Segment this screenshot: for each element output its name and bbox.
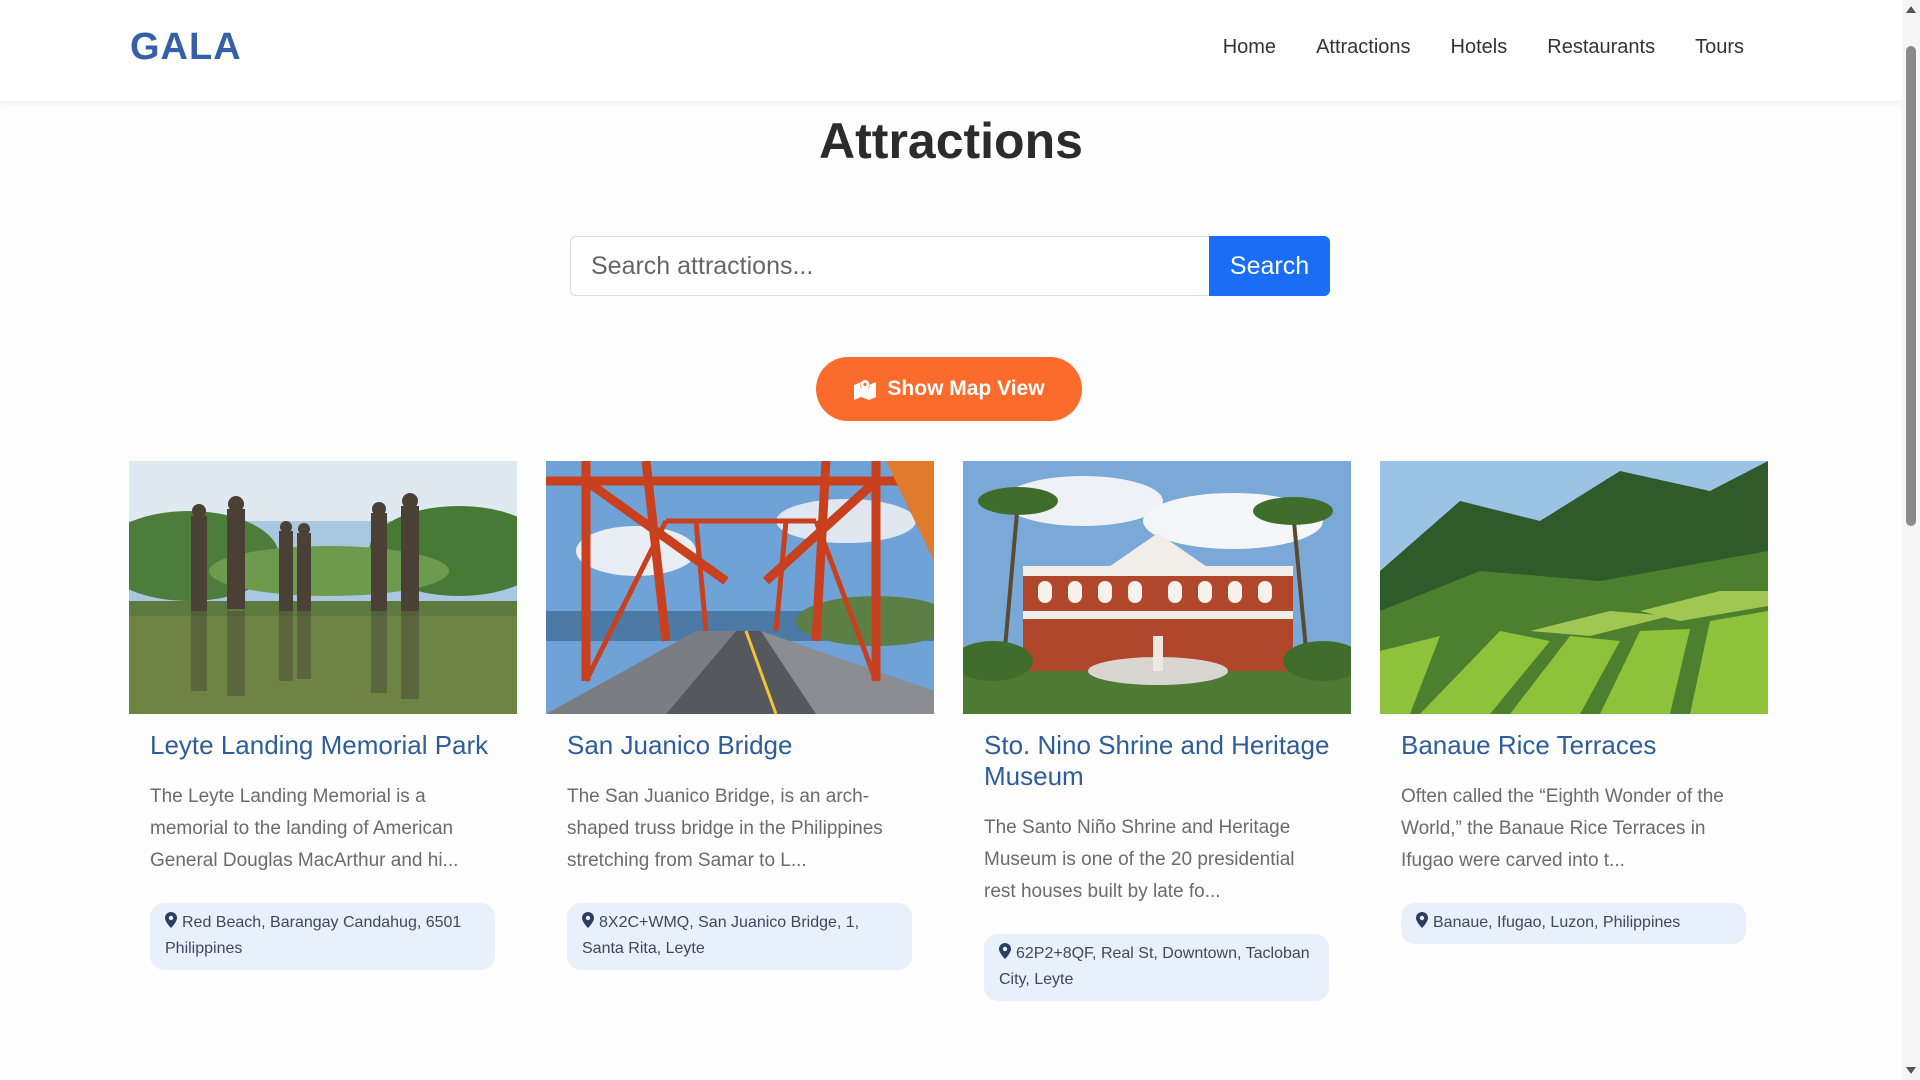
scrollbar-thumb[interactable] xyxy=(1906,46,1916,526)
card-title[interactable]: Leyte Landing Memorial Park xyxy=(150,730,496,761)
attraction-card[interactable]: Banaue Rice Terraces Often called the “E… xyxy=(1380,461,1768,1001)
scroll-down-arrow-icon[interactable] xyxy=(1906,1067,1916,1074)
nav-links: Home Attractions Hotels Restaurants Tour… xyxy=(1223,36,1744,59)
attraction-card[interactable]: Sto. Nino Shrine and Heritage Museum The… xyxy=(963,461,1351,1001)
card-description: Often called the “Eighth Wonder of the W… xyxy=(1401,786,1724,871)
nav-link-home[interactable]: Home xyxy=(1223,36,1276,59)
card-description: The San Juanico Bridge, is an arch-shape… xyxy=(567,786,883,871)
location-text: Banaue, Ifugao, Luzon, Philippines xyxy=(1433,914,1681,931)
card-body: Banaue Rice Terraces Often called the “E… xyxy=(1380,714,1768,944)
card-description: The Santo Niño Shrine and Heritage Museu… xyxy=(984,817,1295,902)
card-body: Sto. Nino Shrine and Heritage Museum The… xyxy=(963,714,1351,1001)
attraction-image-san-juanico-bridge xyxy=(546,461,934,714)
nav-link-attractions[interactable]: Attractions xyxy=(1316,36,1410,59)
nav-link-hotels[interactable]: Hotels xyxy=(1451,36,1508,59)
attraction-image-leyte-landing xyxy=(129,461,517,714)
card-title[interactable]: Sto. Nino Shrine and Heritage Museum xyxy=(984,730,1330,792)
scroll-up-arrow-icon[interactable] xyxy=(1906,6,1916,13)
map-pin-icon xyxy=(582,912,594,928)
location-badge: Banaue, Ifugao, Luzon, Philippines xyxy=(1401,903,1746,944)
search-button[interactable]: Search xyxy=(1209,236,1330,296)
card-title[interactable]: San Juanico Bridge xyxy=(567,730,913,761)
search-input[interactable] xyxy=(570,236,1209,296)
search-bar: Search xyxy=(570,236,1330,296)
page: GALA Home Attractions Hotels Restaurants… xyxy=(0,0,1920,1080)
map-location-icon xyxy=(854,380,877,400)
location-text: 62P2+8QF, Real St, Downtown, Tacloban Ci… xyxy=(999,945,1310,988)
location-badge: 62P2+8QF, Real St, Downtown, Tacloban Ci… xyxy=(984,934,1329,1001)
location-badge: Red Beach, Barangay Candahug, 6501 Phili… xyxy=(150,903,495,970)
attraction-image-banaue-rice-terraces xyxy=(1380,461,1768,714)
show-map-view-label: Show Map View xyxy=(887,377,1045,400)
brand-logo[interactable]: GALA xyxy=(130,26,242,69)
card-body: Leyte Landing Memorial Park The Leyte La… xyxy=(129,714,517,970)
nav-link-restaurants[interactable]: Restaurants xyxy=(1547,36,1655,59)
map-pin-icon xyxy=(999,943,1011,959)
attraction-cards: Leyte Landing Memorial Park The Leyte La… xyxy=(129,461,1770,1001)
card-body: San Juanico Bridge The San Juanico Bridg… xyxy=(546,714,934,970)
location-text: 8X2C+WMQ, San Juanico Bridge, 1, Santa R… xyxy=(582,914,860,957)
attraction-card[interactable]: San Juanico Bridge The San Juanico Bridg… xyxy=(546,461,934,1001)
page-scrollbar[interactable] xyxy=(1902,0,1920,1080)
navbar: GALA Home Attractions Hotels Restaurants… xyxy=(0,0,1902,101)
card-description: The Leyte Landing Memorial is a memorial… xyxy=(150,786,459,871)
attraction-card[interactable]: Leyte Landing Memorial Park The Leyte La… xyxy=(129,461,517,1001)
page-title: Attractions xyxy=(819,113,1083,169)
map-pin-icon xyxy=(1416,912,1428,928)
location-badge: 8X2C+WMQ, San Juanico Bridge, 1, Santa R… xyxy=(567,903,912,970)
location-text: Red Beach, Barangay Candahug, 6501 Phili… xyxy=(165,914,462,957)
attraction-image-sto-nino-shrine xyxy=(963,461,1351,714)
nav-link-tours[interactable]: Tours xyxy=(1695,36,1744,59)
map-pin-icon xyxy=(165,912,177,928)
card-title[interactable]: Banaue Rice Terraces xyxy=(1401,730,1747,761)
show-map-view-button[interactable]: Show Map View xyxy=(816,357,1082,421)
